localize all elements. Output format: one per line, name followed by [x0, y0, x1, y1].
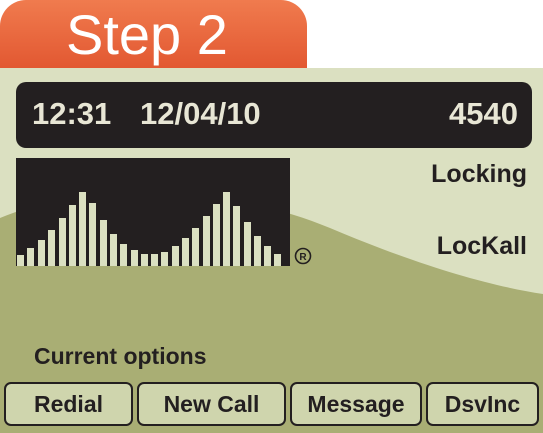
step-tab: Step 2 — [0, 0, 307, 74]
lockall-logo: R — [16, 158, 312, 266]
info-locking: Locking — [431, 160, 527, 188]
status-bar: 12:31 12/04/10 4540 — [16, 82, 532, 148]
softkey-message[interactable]: Message — [290, 382, 422, 426]
softkey-new-call[interactable]: New Call — [137, 382, 286, 426]
status-date: 12/04/10 — [140, 96, 261, 131]
softkey-dsvinc[interactable]: DsvInc — [426, 382, 539, 426]
phone-display: 12:31 12/04/10 4540 R Locking LocKall Cu… — [0, 68, 543, 433]
step-title: Step 2 — [66, 3, 228, 66]
svg-text:R: R — [299, 252, 307, 263]
status-extension: 4540 — [449, 96, 518, 131]
softkey-redial[interactable]: Redial — [4, 382, 133, 426]
softkey-bar: Redial New Call Message DsvInc — [4, 382, 539, 428]
current-options-heading: Current options — [34, 343, 207, 369]
status-time: 12:31 — [32, 96, 112, 131]
info-lockall: LocKall — [436, 232, 527, 260]
